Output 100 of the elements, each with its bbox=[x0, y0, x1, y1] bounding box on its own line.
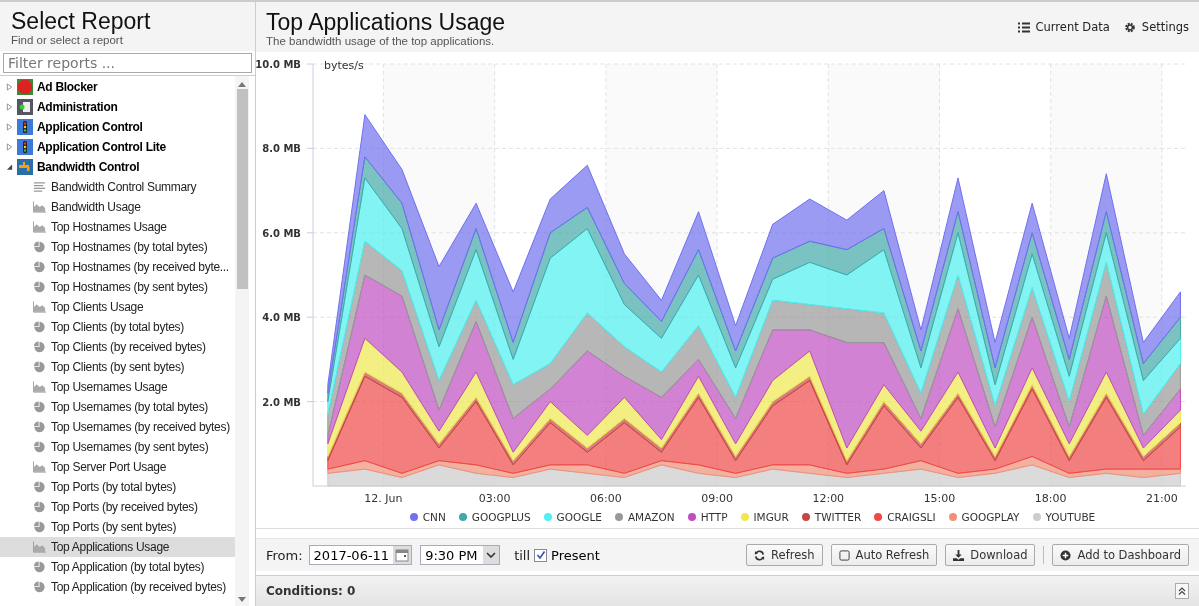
legend-item[interactable]: AMAZON bbox=[614, 511, 675, 523]
legend-item[interactable]: GOOGPLAY bbox=[948, 511, 1020, 523]
x-tick-label: 21:00 bbox=[1146, 492, 1178, 505]
scroll-down-icon[interactable] bbox=[238, 597, 246, 602]
report-item[interactable]: Top Usernames Usage bbox=[0, 377, 235, 397]
sidebar-title: Select Report bbox=[11, 8, 152, 34]
report-item[interactable]: Top Hostnames Usage bbox=[0, 217, 235, 237]
y-tick-label: 8.0 MB bbox=[262, 143, 301, 155]
legend-item[interactable]: CRAIGSLI bbox=[874, 511, 936, 523]
report-item[interactable]: Top Clients (by sent bytes) bbox=[0, 357, 235, 377]
lines-icon bbox=[33, 181, 46, 193]
legend-item[interactable]: GOOGLE bbox=[543, 511, 602, 523]
settings-button[interactable]: Settings bbox=[1123, 20, 1189, 34]
user-document-icon bbox=[17, 99, 33, 115]
x-tick-label: 18:00 bbox=[1034, 492, 1067, 505]
legend-label: AMAZON bbox=[627, 511, 675, 523]
legend-item[interactable]: CNN bbox=[409, 511, 446, 523]
pie-chart-icon bbox=[33, 521, 46, 533]
report-item[interactable]: Top Usernames (by received bytes) bbox=[0, 417, 235, 437]
checkbox-icon bbox=[838, 549, 850, 561]
category-label: Application Control Lite bbox=[37, 140, 166, 154]
tree-category[interactable]: Bandwidth Control bbox=[0, 157, 235, 177]
legend-item[interactable]: IMGUR bbox=[740, 511, 789, 523]
present-checkbox[interactable]: Present bbox=[534, 547, 600, 563]
download-button[interactable]: Download bbox=[945, 544, 1036, 566]
list-icon bbox=[1017, 21, 1030, 33]
calendar-icon[interactable] bbox=[393, 546, 412, 564]
filter-field[interactable]: Filter reports ... bbox=[3, 53, 252, 73]
category-label: Bandwidth Control bbox=[37, 160, 140, 174]
report-item[interactable]: Top Applications Usage bbox=[0, 537, 235, 557]
y-tick-label: 4.0 MB bbox=[262, 312, 301, 324]
report-item[interactable]: Top Clients Usage bbox=[0, 297, 235, 317]
report-title: Top Applications Usage bbox=[266, 9, 506, 35]
report-item[interactable]: Top Ports (by received bytes) bbox=[0, 497, 235, 517]
tree-category[interactable]: Administration bbox=[0, 97, 235, 117]
expand-icon[interactable] bbox=[6, 103, 13, 111]
report-item[interactable]: Top Ports (by total bytes) bbox=[0, 477, 235, 497]
expand-icon[interactable] bbox=[6, 83, 13, 91]
time-dropdown[interactable]: 9:30 PM bbox=[420, 545, 501, 565]
report-item[interactable]: Top Clients (by total bytes) bbox=[0, 317, 235, 337]
report-item[interactable]: Top Server Port Usage bbox=[0, 457, 235, 477]
report-item[interactable]: Top Application (by total bytes) bbox=[0, 557, 235, 577]
pie-chart-icon bbox=[33, 261, 46, 273]
legend-item[interactable]: GOOGPLUS bbox=[458, 511, 531, 523]
date-field[interactable]: 2017-06-11 bbox=[308, 545, 413, 565]
report-item[interactable]: Top Usernames (by sent bytes) bbox=[0, 437, 235, 457]
area-chart-icon bbox=[33, 381, 46, 393]
legend-label: HTTP bbox=[700, 511, 728, 523]
checkbox[interactable] bbox=[534, 548, 548, 562]
refresh-button[interactable]: Refresh bbox=[746, 544, 823, 566]
current-data-button[interactable]: Current Data bbox=[1017, 20, 1110, 34]
conditions-label: Conditions: 0 bbox=[266, 584, 356, 598]
tree-category[interactable]: Application Control bbox=[0, 117, 235, 137]
pie-chart-icon bbox=[33, 401, 46, 413]
x-tick-label: 15:00 bbox=[923, 492, 956, 505]
refresh-icon bbox=[754, 549, 766, 561]
area-chart-icon bbox=[33, 301, 46, 313]
report-subtitle: The bandwidth usage of the top applications. bbox=[266, 35, 496, 47]
tree-category[interactable]: Application Control Lite bbox=[0, 137, 235, 157]
add-to-dashboard-button[interactable]: Add to Dashboard bbox=[1052, 544, 1189, 566]
x-tick-label: 09:00 bbox=[701, 492, 733, 505]
double-chevron-icon bbox=[1177, 586, 1187, 596]
expand-button[interactable] bbox=[1175, 583, 1189, 599]
settings-icon bbox=[1123, 21, 1136, 33]
category-label: Administration bbox=[37, 100, 118, 114]
auto-refresh-button[interactable]: Auto Refresh bbox=[830, 544, 938, 566]
x-tick-label: 12. Jun bbox=[364, 492, 403, 505]
report-item[interactable]: Top Hostnames (by received byte... bbox=[0, 257, 235, 277]
report-item[interactable]: Top Hostnames (by total bytes) bbox=[0, 237, 235, 257]
legend-label: CRAIGSLI bbox=[887, 511, 936, 523]
tree-category[interactable]: Ad Blocker bbox=[0, 77, 235, 97]
scrollbar[interactable] bbox=[235, 76, 249, 606]
download-icon bbox=[953, 549, 965, 561]
report-item[interactable]: Bandwidth Usage bbox=[0, 197, 235, 217]
expand-icon[interactable] bbox=[6, 143, 13, 151]
report-item[interactable]: Top Usernames (by total bytes) bbox=[0, 397, 235, 417]
scroll-up-icon[interactable] bbox=[238, 82, 246, 87]
legend-item[interactable]: TWITTER bbox=[801, 511, 862, 523]
collapse-icon[interactable] bbox=[6, 163, 13, 171]
report-item[interactable]: Top Hostnames (by sent bytes) bbox=[0, 277, 235, 297]
legend-item[interactable]: YOUTUBE bbox=[1032, 511, 1096, 523]
pie-chart-icon bbox=[33, 581, 46, 593]
x-tick-label: 12:00 bbox=[812, 492, 845, 505]
till-label: till bbox=[514, 547, 531, 563]
sidebar-subtitle: Find or select a report bbox=[11, 34, 124, 46]
report-item[interactable]: Top Application (by received bytes) bbox=[0, 577, 235, 597]
report-item[interactable]: Bandwidth Control Summary bbox=[0, 177, 235, 197]
traffic-light-icon bbox=[17, 139, 33, 155]
category-label: Ad Blocker bbox=[37, 80, 98, 94]
faucet-icon bbox=[17, 159, 33, 175]
area-chart-icon bbox=[33, 461, 46, 473]
report-item[interactable]: Top Ports (by sent bytes) bbox=[0, 517, 235, 537]
category-label: Application Control bbox=[37, 120, 143, 134]
expand-icon[interactable] bbox=[6, 123, 13, 131]
legend-item[interactable]: HTTP bbox=[687, 511, 728, 523]
legend-label: TWITTER bbox=[814, 511, 862, 523]
legend-label: GOOGPLUS bbox=[471, 511, 531, 523]
report-item[interactable]: Top Clients (by received bytes) bbox=[0, 337, 235, 357]
pie-chart-icon bbox=[33, 341, 46, 353]
y-tick-label: 10.0 MB bbox=[256, 59, 301, 70]
